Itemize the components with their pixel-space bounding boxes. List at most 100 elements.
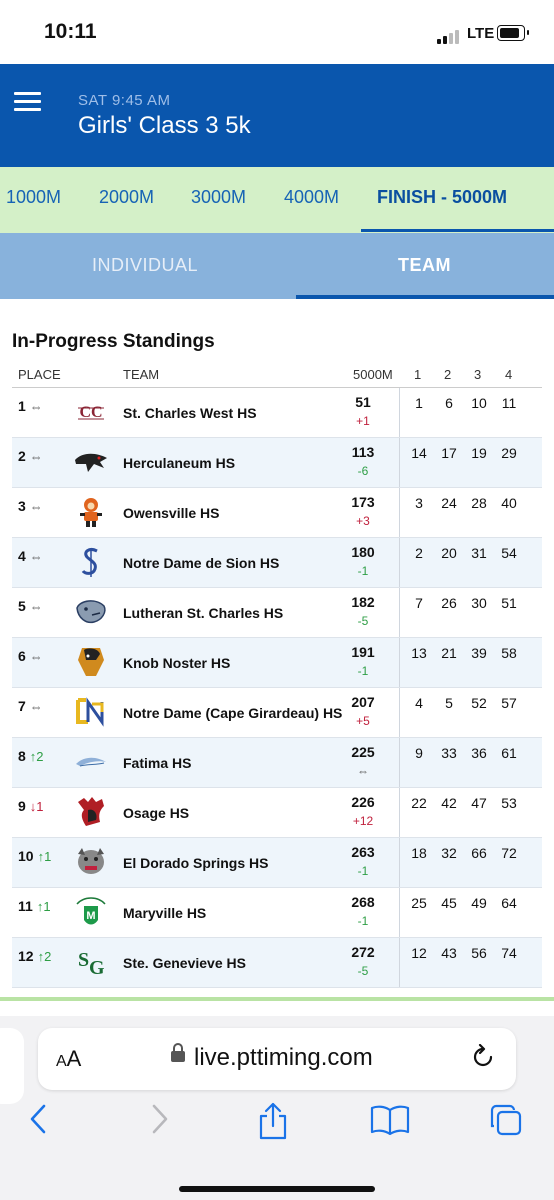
signal-icon: [437, 26, 461, 44]
standings-table: 1 ⇔ CC St. Charles West HS 51 +1 1 6 10 1…: [12, 387, 542, 999]
table-row[interactable]: 1 ⇔ CC St. Charles West HS 51 +1 1 6 10 1…: [12, 388, 542, 438]
place-cell: 4 ⇔: [18, 548, 43, 564]
table-row[interactable]: 2 ⇔ Herculaneum HS 113 -6 14 17 19 29: [12, 438, 542, 488]
column-divider: [399, 638, 400, 687]
place-change: ⇔: [29, 549, 43, 564]
runner-place: 32: [441, 845, 457, 861]
bookmarks-icon[interactable]: [370, 1102, 410, 1136]
table-row[interactable]: 9 ↓1 Osage HS 226 +12 22 42 47 53: [12, 788, 542, 838]
table-row[interactable]: 3 ⇔ Owensville HS 173 +3 3 24 28 40: [12, 488, 542, 538]
runner-place: 64: [501, 895, 517, 911]
team-logo-icon: CC: [78, 404, 104, 421]
runner-place: 22: [411, 795, 427, 811]
tab-team[interactable]: TEAM: [398, 255, 451, 276]
text-size-button[interactable]: AA: [56, 1046, 81, 1072]
team-score: 226: [351, 794, 375, 810]
tabs-icon[interactable]: [488, 1102, 524, 1138]
runner-place: 6: [445, 395, 453, 411]
team-logo-icon: [76, 600, 106, 624]
place-cell: 8 ↑2: [18, 748, 44, 764]
runner-place: 66: [471, 845, 487, 861]
runner-place: 42: [441, 795, 457, 811]
battery-icon: [497, 25, 525, 41]
column-divider: [399, 388, 400, 437]
runner-place: 13: [411, 645, 427, 661]
table-row[interactable]: 11 ↑1 M Maryville HS 268 -1 25 45 49 64: [12, 888, 542, 938]
team-name: Herculaneum HS: [123, 455, 236, 471]
svg-text:M: M: [86, 910, 95, 922]
tab-split-1000m[interactable]: 1000M: [6, 187, 61, 208]
url-text[interactable]: live.pttiming.com: [194, 1044, 373, 1072]
runner-place: 4: [415, 695, 423, 711]
team-score: 191: [351, 644, 375, 660]
table-row[interactable]: 4 ⇔ Notre Dame de Sion HS 180 -1 2 20 31 …: [12, 538, 542, 588]
tab-split-finish[interactable]: FINISH - 5000M: [377, 187, 507, 208]
team-name: Lutheran St. Charles HS: [123, 605, 284, 621]
battery-tip: [527, 30, 529, 35]
tab-individual[interactable]: INDIVIDUAL: [92, 255, 198, 276]
address-bar[interactable]: AA live.pttiming.com: [38, 1028, 516, 1090]
runner-place: 31: [471, 545, 487, 561]
table-row[interactable]: 10 ↑1 El Dorado Springs HS 263 -1 18 32 6…: [12, 838, 542, 888]
tab-split-3000m[interactable]: 3000M: [191, 187, 246, 208]
place-change: ⇔: [29, 449, 43, 464]
runner-place: 30: [471, 595, 487, 611]
menu-icon[interactable]: [14, 92, 41, 116]
tab-split-2000m[interactable]: 2000M: [99, 187, 154, 208]
place-cell: 1 ⇔: [18, 398, 43, 414]
score-delta: -1: [357, 564, 369, 578]
runner-place: 40: [501, 495, 517, 511]
place-cell: 3 ⇔: [18, 498, 43, 514]
runner-place: 53: [501, 795, 517, 811]
place-cell: 12 ↑2: [18, 948, 52, 964]
runner-place: 1: [415, 395, 423, 411]
table-row[interactable]: 12 ↑2 SG Ste. Genevieve HS 272 -5 12 43 5…: [12, 938, 542, 988]
table-row[interactable]: 8 ↑2 Fatima HS 225 ⇔ 9 33 36 61: [12, 738, 542, 788]
back-icon[interactable]: [28, 1102, 50, 1136]
race-title: Girls' Class 3 5k: [78, 112, 251, 139]
place-change: ↓1: [29, 799, 44, 814]
team-score: 225: [351, 744, 375, 760]
team-name: Knob Noster HS: [123, 655, 231, 671]
team-name: Owensville HS: [123, 505, 220, 521]
runner-place: 20: [441, 545, 457, 561]
score-delta: -5: [357, 964, 369, 978]
runner-place: 54: [501, 545, 517, 561]
team-score: 180: [351, 544, 375, 560]
score-delta: ⇔: [357, 764, 369, 778]
runner-place: 56: [471, 945, 487, 961]
column-divider: [399, 438, 400, 487]
runner-place: 52: [471, 695, 487, 711]
reload-icon[interactable]: [470, 1044, 496, 1070]
team-name: St. Charles West HS: [123, 405, 257, 421]
place-change: ↑1: [37, 849, 52, 864]
place-cell: 2 ⇔: [18, 448, 43, 464]
svg-text:CC: CC: [79, 404, 102, 421]
place-cell: 11 ↑1: [18, 898, 51, 914]
table-row[interactable]: 5 ⇔ Lutheran St. Charles HS 182 -5 7 26 3…: [12, 588, 542, 638]
runner-place: 10: [471, 395, 487, 411]
header-place: PLACE: [18, 367, 61, 382]
split-tabs: 1000M 2000M 3000M 4000M FINISH - 5000M: [0, 167, 554, 233]
footer-divider: [0, 997, 554, 1001]
previous-tab-peek[interactable]: [0, 1028, 24, 1104]
place-change: ⇔: [29, 399, 43, 414]
tab-split-4000m[interactable]: 4000M: [284, 187, 339, 208]
team-logo-icon: [78, 797, 104, 826]
active-split-indicator: [361, 229, 554, 232]
runner-place: 11: [501, 395, 517, 411]
column-divider: [399, 538, 400, 587]
column-divider: [399, 588, 400, 637]
team-logo-icon: [78, 648, 104, 676]
section-title: In-Progress Standings: [12, 331, 215, 352]
column-divider: [399, 788, 400, 837]
table-row[interactable]: 7 ⇔ Notre Dame (Cape Girardeau) HS 207 +5…: [12, 688, 542, 738]
team-logo-icon: [81, 548, 98, 577]
runner-place: 12: [411, 945, 427, 961]
share-icon[interactable]: [256, 1102, 290, 1142]
table-row[interactable]: 6 ⇔ Knob Noster HS 191 -1 13 21 39 58: [12, 638, 542, 688]
forward-icon[interactable]: [148, 1102, 170, 1136]
column-divider: [399, 838, 400, 887]
score-delta: -1: [357, 914, 369, 928]
score-delta: +5: [356, 714, 370, 728]
